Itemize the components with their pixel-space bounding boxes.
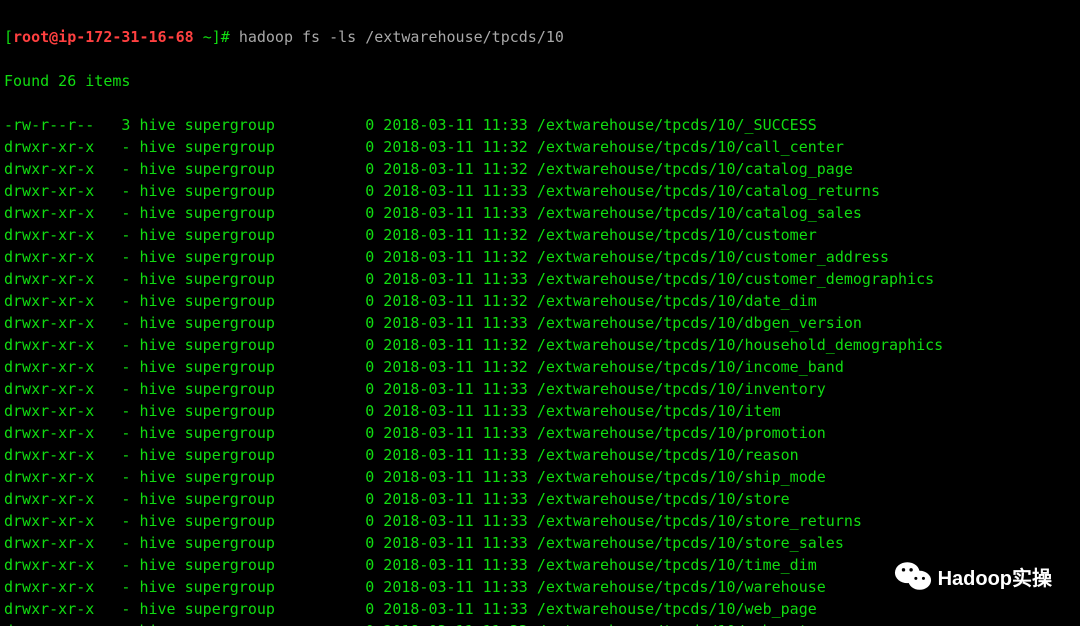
file-row: drwxr-xr-x - hive supergroup 0 2018-03-1… — [4, 136, 1076, 158]
file-row: -rw-r--r-- 3 hive supergroup 0 2018-03-1… — [4, 114, 1076, 136]
file-row: drwxr-xr-x - hive supergroup 0 2018-03-1… — [4, 290, 1076, 312]
prompt-user: root@ip-172-31-16-68 — [13, 28, 194, 46]
file-row: drwxr-xr-x - hive supergroup 0 2018-03-1… — [4, 246, 1076, 268]
prompt-path: ~ — [203, 28, 212, 46]
file-row: drwxr-xr-x - hive supergroup 0 2018-03-1… — [4, 598, 1076, 620]
file-row: drwxr-xr-x - hive supergroup 0 2018-03-1… — [4, 224, 1076, 246]
file-row: drwxr-xr-x - hive supergroup 0 2018-03-1… — [4, 400, 1076, 422]
prompt-close: ]# — [212, 28, 230, 46]
wechat-icon — [894, 559, 932, 594]
file-row: drwxr-xr-x - hive supergroup 0 2018-03-1… — [4, 620, 1076, 626]
file-row: drwxr-xr-x - hive supergroup 0 2018-03-1… — [4, 356, 1076, 378]
file-row: drwxr-xr-x - hive supergroup 0 2018-03-1… — [4, 466, 1076, 488]
file-listing: -rw-r--r-- 3 hive supergroup 0 2018-03-1… — [4, 114, 1076, 626]
terminal[interactable]: [root@ip-172-31-16-68 ~]# hadoop fs -ls … — [0, 0, 1080, 626]
file-row: drwxr-xr-x - hive supergroup 0 2018-03-1… — [4, 158, 1076, 180]
watermark-text: Hadoop实操 — [938, 562, 1052, 591]
file-row: drwxr-xr-x - hive supergroup 0 2018-03-1… — [4, 510, 1076, 532]
file-row: drwxr-xr-x - hive supergroup 0 2018-03-1… — [4, 180, 1076, 202]
prompt-line-1: [root@ip-172-31-16-68 ~]# hadoop fs -ls … — [4, 26, 1076, 48]
file-row: drwxr-xr-x - hive supergroup 0 2018-03-1… — [4, 312, 1076, 334]
file-row: drwxr-xr-x - hive supergroup 0 2018-03-1… — [4, 334, 1076, 356]
file-row: drwxr-xr-x - hive supergroup 0 2018-03-1… — [4, 422, 1076, 444]
file-row: drwxr-xr-x - hive supergroup 0 2018-03-1… — [4, 268, 1076, 290]
watermark: Hadoop实操 — [894, 559, 1052, 594]
file-row: drwxr-xr-x - hive supergroup 0 2018-03-1… — [4, 444, 1076, 466]
found-items-line: Found 26 items — [4, 70, 1076, 92]
file-row: drwxr-xr-x - hive supergroup 0 2018-03-1… — [4, 532, 1076, 554]
file-row: drwxr-xr-x - hive supergroup 0 2018-03-1… — [4, 202, 1076, 224]
prompt-open: [ — [4, 28, 13, 46]
file-row: drwxr-xr-x - hive supergroup 0 2018-03-1… — [4, 488, 1076, 510]
command-text: hadoop fs -ls /extwarehouse/tpcds/10 — [239, 28, 564, 46]
prompt-sep — [194, 28, 203, 46]
file-row: drwxr-xr-x - hive supergroup 0 2018-03-1… — [4, 378, 1076, 400]
